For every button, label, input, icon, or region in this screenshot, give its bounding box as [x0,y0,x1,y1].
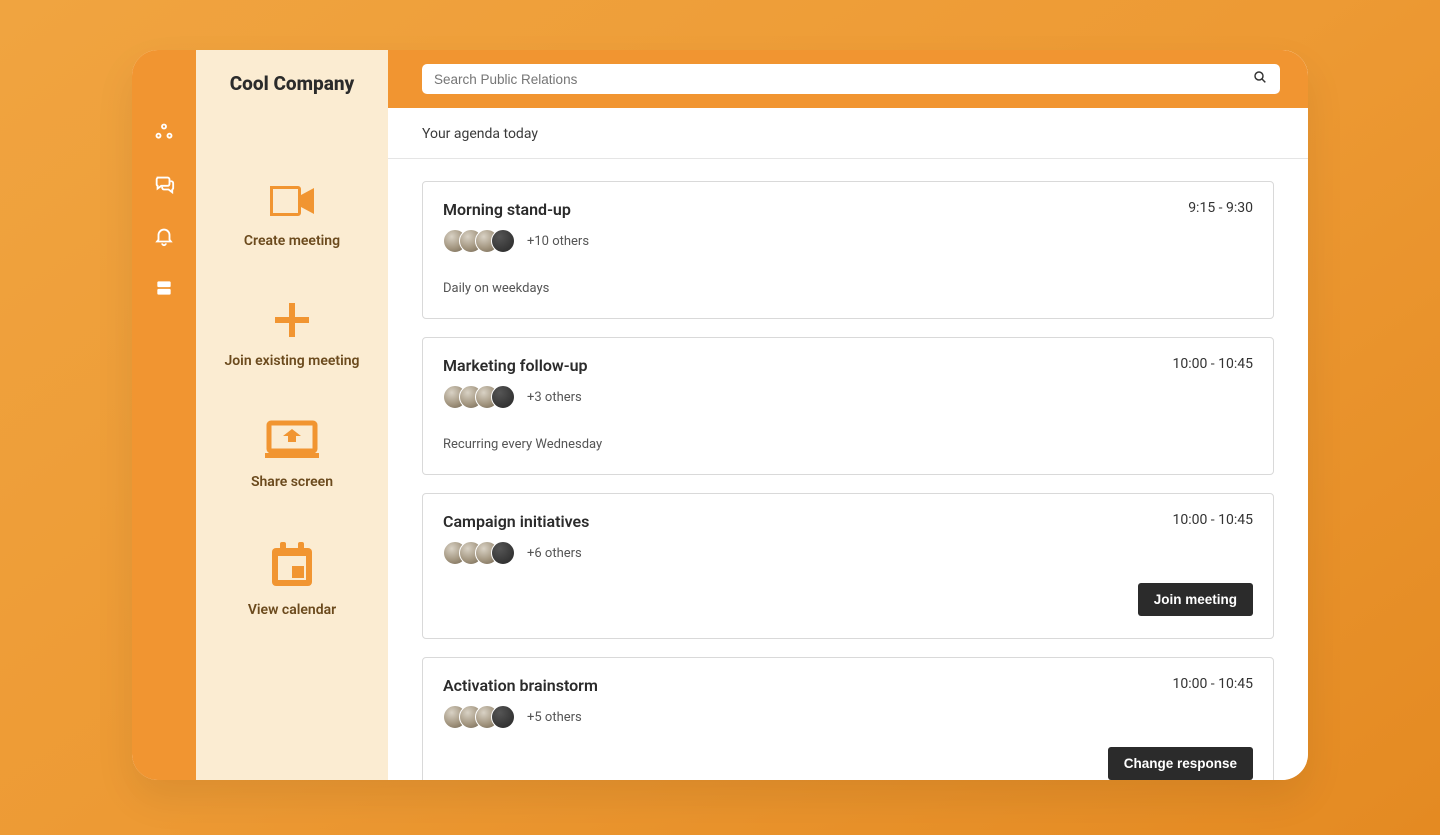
avatar-stack [443,385,515,409]
agenda-card[interactable]: Morning stand-up 9:15 - 9:30 +10 others … [422,181,1274,319]
meeting-time: 10:00 - 10:45 [1172,676,1253,692]
main-panel: Your agenda today Morning stand-up 9:15 … [388,50,1308,780]
search-icon[interactable] [1252,69,1268,89]
sidebar: Cool Company Create meeting Join existin… [196,50,388,780]
others-count: +3 others [527,390,582,405]
meeting-title: Marketing follow-up [443,356,588,375]
avatar-stack [443,705,515,729]
participants: +6 others [443,541,1253,565]
plus-icon [273,301,311,343]
join-existing-action[interactable]: Join existing meeting [224,301,359,371]
view-calendar-action[interactable]: View calendar [248,542,336,620]
meeting-title: Activation brainstorm [443,676,598,695]
brand-title: Cool Company [220,50,365,103]
meeting-title: Campaign initiatives [443,512,589,531]
calendar-icon [270,542,314,592]
avatar [491,705,515,729]
meeting-time: 10:00 - 10:45 [1172,356,1253,372]
nav-rail [132,50,196,780]
chat-icon[interactable] [152,172,176,196]
participants: +5 others [443,705,1253,729]
meeting-time: 9:15 - 9:30 [1188,200,1253,216]
join-meeting-button[interactable]: Join meeting [1138,583,1253,616]
agenda-card[interactable]: Marketing follow-up 10:00 - 10:45 +3 oth… [422,337,1274,475]
share-nodes-icon[interactable] [152,120,176,144]
sidebar-actions: Create meeting Join existing meeting Sha… [224,183,359,619]
others-count: +5 others [527,710,582,725]
action-label: Create meeting [244,233,340,251]
action-label: Join existing meeting [224,353,359,371]
change-response-button[interactable]: Change response [1108,747,1253,780]
meeting-title: Morning stand-up [443,200,571,219]
participants: +3 others [443,385,1253,409]
agenda-heading: Your agenda today [388,108,1308,159]
agenda-list: Morning stand-up 9:15 - 9:30 +10 others … [388,159,1308,780]
header [388,50,1308,108]
screen-share-icon [265,420,319,464]
avatar-stack [443,541,515,565]
avatar [491,385,515,409]
avatar-stack [443,229,515,253]
others-count: +10 others [527,234,589,249]
recurrence-text: Recurring every Wednesday [443,437,1253,452]
others-count: +6 others [527,546,582,561]
avatar [491,229,515,253]
bell-icon[interactable] [152,224,176,248]
action-label: View calendar [248,602,336,620]
app-window: Cool Company Create meeting Join existin… [132,50,1308,780]
create-meeting-action[interactable]: Create meeting [244,183,340,251]
action-label: Share screen [251,474,333,492]
recurrence-text: Daily on weekdays [443,281,1253,296]
video-icon [267,183,317,223]
search-bar[interactable] [422,64,1280,94]
meeting-time: 10:00 - 10:45 [1172,512,1253,528]
avatar [491,541,515,565]
participants: +10 others [443,229,1253,253]
search-input[interactable] [434,72,1252,87]
share-screen-action[interactable]: Share screen [251,420,333,492]
cards-icon[interactable] [152,276,176,300]
agenda-card[interactable]: Activation brainstorm 10:00 - 10:45 +5 o… [422,657,1274,780]
agenda-card[interactable]: Campaign initiatives 10:00 - 10:45 +6 ot… [422,493,1274,639]
